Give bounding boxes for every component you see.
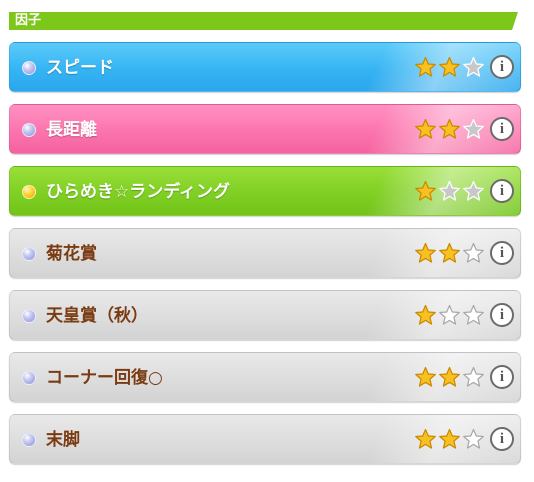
factor-label: 末脚 (46, 430, 80, 450)
factor-bullet-icon (22, 309, 36, 323)
star-icon (463, 118, 484, 139)
star-icon (439, 428, 460, 449)
star-icon (439, 56, 460, 77)
star-icon (415, 118, 436, 139)
star-icon (415, 304, 436, 325)
star-icon (415, 242, 436, 263)
factor-bullet-icon (22, 371, 36, 385)
info-icon[interactable]: i (490, 241, 514, 265)
star-icon (439, 180, 460, 201)
factor-bullet-icon (22, 61, 36, 75)
factor-bullet-icon (22, 433, 36, 447)
factor-label: 菊花賞 (46, 244, 97, 264)
section-title: 因子 (15, 13, 42, 28)
info-icon[interactable]: i (490, 117, 514, 141)
star-icon (439, 304, 460, 325)
star-rating (414, 366, 485, 389)
star-rating (414, 56, 485, 79)
info-icon[interactable]: i (490, 179, 514, 203)
factor-bullet-icon (22, 247, 36, 261)
factor-row[interactable]: 長距離 i (9, 104, 521, 154)
info-icon[interactable]: i (490, 365, 514, 389)
factor-list: スピード i 長距離 i ひらめき☆ランディング i 菊花賞 i 天皇賞（秋） i コーナー回復○ i… (9, 42, 521, 476)
star-icon (415, 56, 436, 77)
star-icon (439, 118, 460, 139)
star-rating (414, 304, 485, 327)
factor-row[interactable]: 天皇賞（秋） i (9, 290, 521, 340)
star-icon (463, 366, 484, 387)
star-icon (415, 180, 436, 201)
star-icon (463, 180, 484, 201)
star-icon (415, 366, 436, 387)
star-icon (463, 428, 484, 449)
info-icon[interactable]: i (490, 427, 514, 451)
factor-label: 長距離 (46, 120, 97, 140)
factor-row[interactable]: ひらめき☆ランディング i (9, 166, 521, 216)
factor-bullet-icon (22, 123, 36, 137)
star-icon (439, 366, 460, 387)
star-rating (414, 118, 485, 141)
factor-row[interactable]: コーナー回復○ i (9, 352, 521, 402)
factor-label: スピード (46, 58, 114, 78)
star-icon (415, 428, 436, 449)
factor-row[interactable]: スピード i (9, 42, 521, 92)
star-icon (463, 242, 484, 263)
factor-bullet-icon (22, 185, 36, 199)
factor-label: 天皇賞（秋） (46, 306, 148, 326)
factor-panel: 因子 スピード i 長距離 i ひらめき☆ランディング i 菊花賞 i 天皇賞（秋） i コーナー回… (0, 0, 534, 482)
star-icon (463, 56, 484, 77)
section-header: 因子 (9, 12, 517, 30)
info-icon[interactable]: i (490, 55, 514, 79)
star-icon (463, 304, 484, 325)
factor-label: ひらめき☆ランディング (46, 182, 231, 202)
star-rating (414, 180, 485, 203)
star-icon (439, 242, 460, 263)
factor-row[interactable]: 菊花賞 i (9, 228, 521, 278)
info-icon[interactable]: i (490, 303, 514, 327)
star-rating (414, 428, 485, 451)
star-rating (414, 242, 485, 265)
factor-label: コーナー回復○ (46, 368, 163, 388)
factor-row[interactable]: 末脚 i (9, 414, 521, 464)
